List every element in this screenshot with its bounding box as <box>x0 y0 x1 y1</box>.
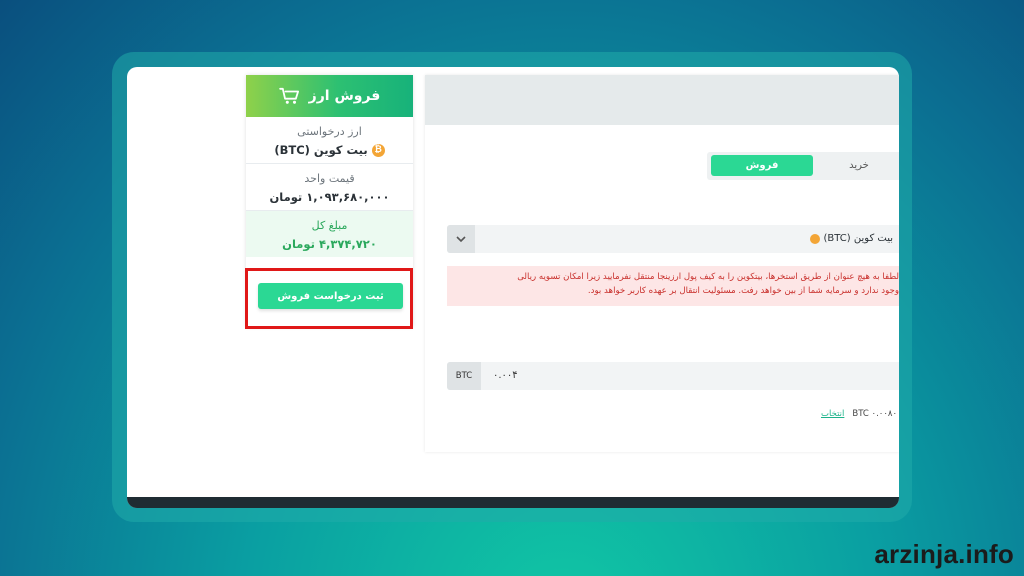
warning-line-2: وجود ندارد و سرمایه شما از بین خواهد رفت… <box>587 286 899 296</box>
requested-currency-row: ارز درخواستی ₿ بیت کوین (BTC) <box>246 117 413 164</box>
trade-tabs: فروش خرید <box>707 152 899 180</box>
brand-watermark: arzinja.info <box>874 539 1014 569</box>
warning-line-1: لطفا به هیچ عنوان از طریق استخرها، بیتکو… <box>517 272 899 282</box>
amount-input[interactable]: ۰.۰۰۴ <box>493 362 518 390</box>
total-label: مبلغ کل <box>311 219 348 232</box>
amount-field[interactable]: BTC ۰.۰۰۴ <box>447 362 899 390</box>
unit-price-value: ۱,۰۹۳,۶۸۰,۰۰۰ تومان <box>269 190 390 204</box>
submit-sell-request-button[interactable]: ثبت درخواست فروش <box>258 283 403 309</box>
sell-header: فروش ارز <box>246 75 413 117</box>
balance-row: انتخاب BTC ۰.۰۰۸۰ <box>821 409 897 419</box>
balance-text: BTC ۰.۰۰۸۰ <box>852 409 898 419</box>
shopping-cart-icon <box>278 87 299 104</box>
bitcoin-icon <box>809 234 820 244</box>
total-value: ۴,۳۷۴,۷۲۰ تومان <box>282 237 377 251</box>
currency-select[interactable]: بیت کوین (BTC) <box>447 225 899 253</box>
warning-alert: لطفا به هیچ عنوان از طریق استخرها، بیتکو… <box>447 266 899 306</box>
currency-select-value: بیت کوین (BTC) <box>823 233 893 244</box>
unit-price-row: قیمت واحد ۱,۰۹۳,۶۸۰,۰۰۰ تومان <box>246 164 413 211</box>
requested-currency-label: ارز درخواستی <box>297 125 362 138</box>
choose-link[interactable]: انتخاب <box>821 409 844 419</box>
requested-currency-value-wrap: ₿ بیت کوین (BTC) <box>246 143 413 157</box>
amount-unit: BTC <box>447 362 481 390</box>
chevron-down-icon[interactable] <box>447 225 475 253</box>
bitcoin-icon: ₿ <box>371 143 385 157</box>
main-panel-header <box>425 75 899 125</box>
tab-sell[interactable]: فروش <box>711 155 813 176</box>
total-row: مبلغ کل ۴,۳۷۴,۷۲۰ تومان <box>246 211 413 257</box>
main-panel: فروش خرید بیت کوین (BTC) لطفا به هیچ عنو… <box>425 75 899 452</box>
unit-price-label: قیمت واحد <box>304 172 355 185</box>
screen: فروش ارز ارز درخواستی ₿ بیت کوین (BTC) ق… <box>127 67 899 508</box>
sell-title: فروش ارز <box>308 88 381 104</box>
requested-currency-value: بیت کوین (BTC) <box>274 143 368 157</box>
currency-select-value-wrap: بیت کوین (BTC) <box>809 225 893 253</box>
tab-buy[interactable]: خرید <box>819 155 899 176</box>
screen-bottom-bar <box>127 497 899 508</box>
